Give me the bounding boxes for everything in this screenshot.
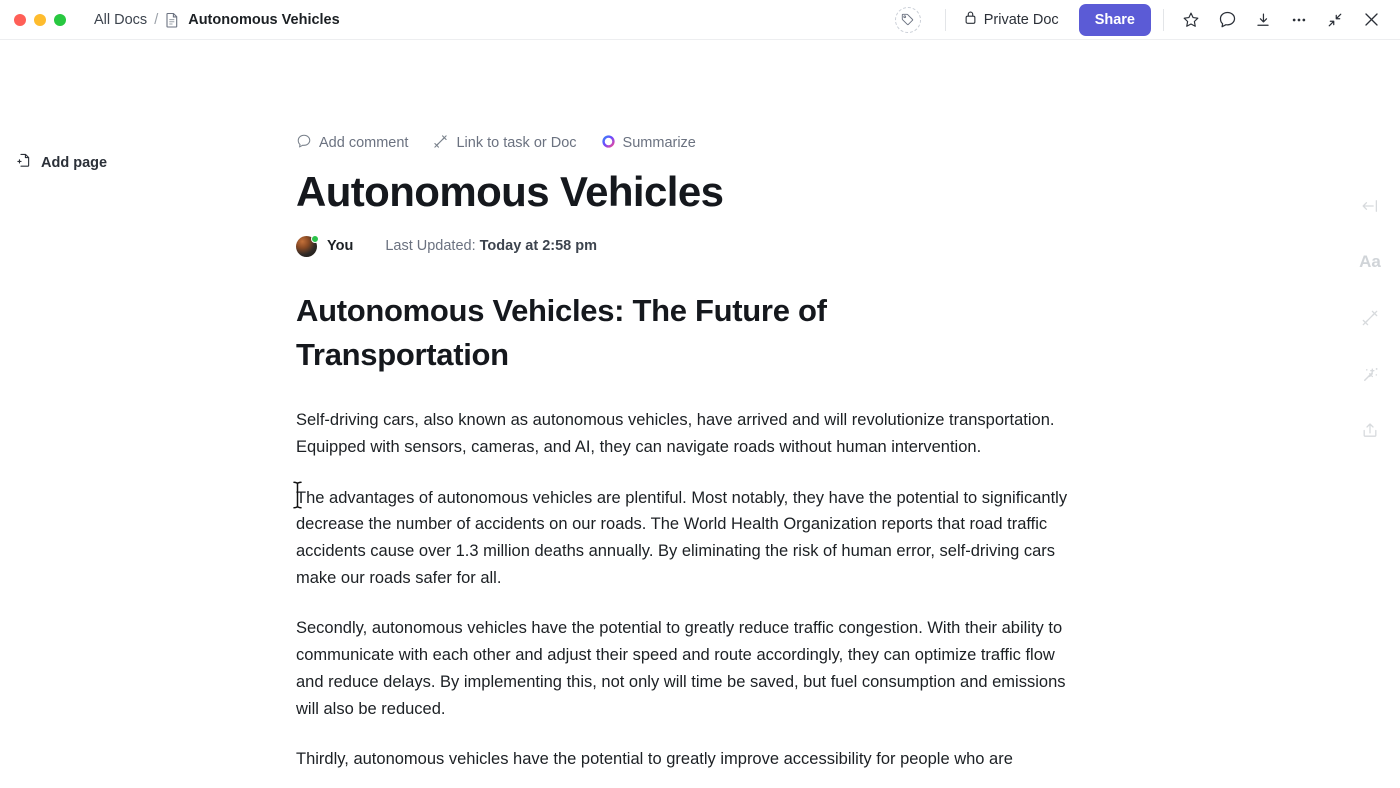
app-shell: Add page Add comment Link to task or Doc… — [0, 40, 1400, 788]
paragraph-block[interactable]: Self-driving cars, also known as autonom… — [296, 407, 1071, 460]
byline-updated: Last Updated: Today at 2:58 pm — [385, 238, 597, 254]
privacy-button[interactable]: Private Doc — [958, 6, 1065, 33]
lock-icon — [964, 10, 977, 29]
titlebar-divider-1 — [944, 8, 946, 31]
summarize-button[interactable]: Summarize — [601, 134, 696, 153]
doc-sidebar: Add page — [0, 40, 278, 788]
add-page-icon — [16, 152, 32, 173]
privacy-label: Private Doc — [983, 11, 1059, 28]
byline-author: You — [327, 238, 354, 255]
star-icon[interactable] — [1176, 5, 1206, 35]
titlebar-divider-2 — [1163, 8, 1164, 31]
add-page-button[interactable]: Add page — [0, 152, 278, 173]
paragraph-block[interactable]: Secondly, autonomous vehicles have the p… — [296, 615, 1078, 722]
section-heading[interactable]: Autonomous Vehicles: The Future of Trans… — [296, 289, 936, 377]
breadcrumb: All Docs / Autonomous Vehicles — [94, 12, 340, 28]
collapse-panel-icon[interactable] — [1356, 192, 1384, 220]
shrink-icon[interactable] — [1320, 5, 1350, 35]
doc-action-bar: Add comment Link to task or Doc Summariz… — [296, 132, 1086, 154]
paragraph-block-active[interactable]: The advantages of autonomous vehicles ar… — [293, 480, 1086, 592]
minimize-window-button[interactable] — [34, 13, 46, 26]
magic-wand-icon[interactable] — [1356, 360, 1384, 388]
window-titlebar: All Docs / Autonomous Vehicles Private D… — [0, 0, 1400, 40]
titlebar-icon-group — [1176, 5, 1386, 35]
link-icon — [432, 133, 449, 154]
close-icon[interactable] — [1356, 5, 1386, 35]
right-toolbar: Aa — [1340, 40, 1400, 788]
comment-icon — [296, 133, 312, 153]
breadcrumb-separator: / — [154, 11, 159, 28]
breadcrumb-current-doc[interactable]: Autonomous Vehicles — [188, 12, 339, 28]
document-icon — [165, 12, 179, 28]
add-comment-label: Add comment — [319, 134, 409, 151]
document-canvas: Add comment Link to task or Doc Summariz… — [278, 40, 1340, 788]
maximize-window-button[interactable] — [54, 13, 66, 26]
window-controls — [0, 13, 66, 26]
page-title[interactable]: Autonomous Vehicles — [296, 168, 1086, 215]
titlebar-actions: Private Doc Share — [894, 3, 1400, 36]
doc-byline: You Last Updated: Today at 2:58 pm — [296, 233, 1086, 259]
paragraph-block[interactable]: Thirdly, autonomous vehicles have the po… — [296, 746, 1086, 773]
collapse-down-icon[interactable] — [1248, 5, 1278, 35]
close-window-button[interactable] — [14, 13, 26, 26]
presence-indicator — [311, 234, 319, 243]
breadcrumb-all-docs[interactable]: All Docs — [94, 12, 147, 28]
add-comment-button[interactable]: Add comment — [296, 133, 408, 153]
share-button[interactable]: Share — [1078, 3, 1151, 36]
font-size-icon[interactable]: Aa — [1356, 248, 1384, 276]
link-to-task-label: Link to task or Doc — [456, 134, 577, 151]
more-options-icon[interactable] — [1284, 5, 1314, 35]
byline-updated-prefix: Last Updated: — [385, 238, 476, 255]
tag-icon[interactable] — [894, 6, 921, 33]
add-page-label: Add page — [41, 154, 108, 171]
ai-sparkle-icon — [601, 134, 616, 153]
link-to-task-button[interactable]: Link to task or Doc — [432, 133, 577, 154]
byline-updated-value: Today at 2:58 pm — [479, 238, 598, 255]
avatar[interactable] — [296, 234, 319, 257]
link-icon[interactable] — [1356, 304, 1384, 332]
summarize-label: Summarize — [622, 134, 696, 151]
paragraph-text: The advantages of autonomous vehicles ar… — [296, 488, 1068, 587]
comment-icon[interactable] — [1212, 5, 1242, 35]
share-upload-icon[interactable] — [1356, 416, 1384, 444]
